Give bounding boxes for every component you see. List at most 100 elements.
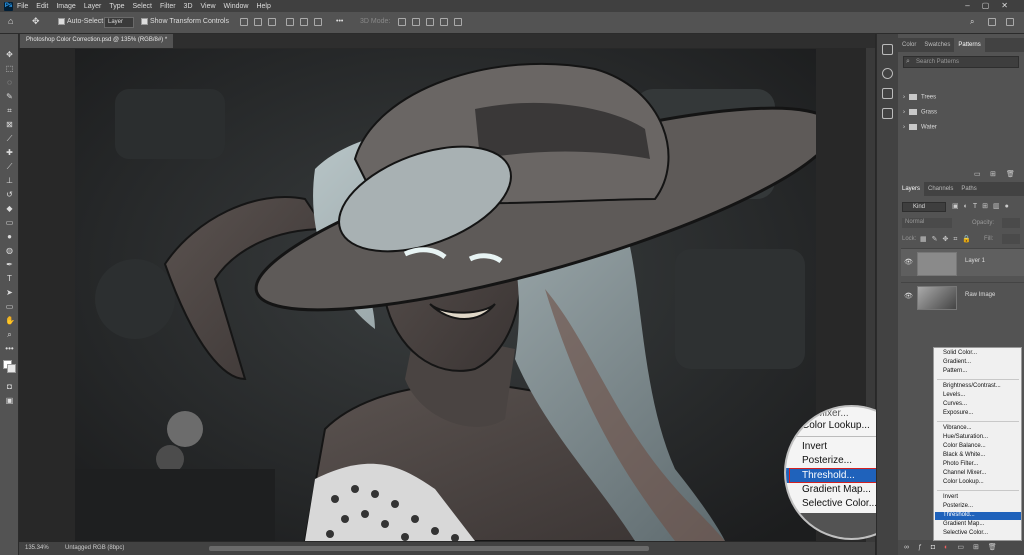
- marquee-tool-icon[interactable]: ⬚: [5, 64, 14, 73]
- layer-row[interactable]: 👁 Raw Image: [901, 282, 1024, 310]
- menu-edit[interactable]: Edit: [36, 3, 48, 10]
- hand-tool-icon[interactable]: ✋: [5, 316, 15, 325]
- align-top-icon[interactable]: [286, 18, 294, 26]
- horizontal-scrollbar[interactable]: [209, 546, 649, 551]
- tab-layers[interactable]: Layers: [898, 182, 925, 196]
- menu-3d[interactable]: 3D: [184, 3, 193, 10]
- path-select-icon[interactable]: ➤: [5, 288, 14, 297]
- new-group-icon[interactable]: ▭: [974, 170, 981, 178]
- menu-item-pattern[interactable]: Pattern...: [943, 368, 967, 374]
- delete-layer-icon[interactable]: 🗑: [988, 544, 1006, 551]
- healing-tool-icon[interactable]: ✚: [5, 148, 14, 157]
- tab-channels[interactable]: Channels: [924, 182, 957, 196]
- menu-layer[interactable]: Layer: [84, 3, 102, 10]
- menu-item-gradient-map[interactable]: Gradient Map...: [943, 521, 984, 527]
- eyedropper-tool-icon[interactable]: ⟋: [5, 134, 14, 143]
- 3d-pan-icon[interactable]: [426, 18, 434, 26]
- menu-item-curves[interactable]: Curves...: [943, 401, 967, 407]
- menu-view[interactable]: View: [201, 3, 216, 10]
- menu-image[interactable]: Image: [56, 3, 75, 10]
- search-icon[interactable]: ⌕: [970, 17, 974, 27]
- align-bottom-icon[interactable]: [314, 18, 322, 26]
- group-icon[interactable]: ▭: [957, 544, 973, 551]
- zoom-level[interactable]: 135.34%: [25, 545, 49, 551]
- menu-item-exposure[interactable]: Exposure...: [943, 410, 973, 416]
- gradient-tool-icon[interactable]: ▭: [5, 218, 14, 227]
- menu-item-threshold[interactable]: Threshold...: [943, 512, 975, 518]
- menu-select[interactable]: Select: [133, 3, 152, 10]
- lock-icons[interactable]: ▦✎✥⌗🔒: [920, 235, 976, 244]
- blend-mode-dropdown[interactable]: Normal: [902, 218, 952, 228]
- menu-item-color-balance[interactable]: Color Balance...: [943, 443, 986, 449]
- 3d-slide-icon[interactable]: [440, 18, 448, 26]
- frame-tool-icon[interactable]: ⊠: [5, 120, 14, 129]
- menu-item-black-white[interactable]: Black & White...: [943, 452, 985, 458]
- canvas-image[interactable]: [75, 49, 816, 541]
- opacity-input[interactable]: [1002, 218, 1020, 228]
- quick-mask-icon[interactable]: ◘: [5, 382, 14, 391]
- menu-help[interactable]: Help: [256, 3, 270, 10]
- new-pattern-icon[interactable]: ⊞: [990, 170, 996, 178]
- align-middle-icon[interactable]: [300, 18, 308, 26]
- properties-icon[interactable]: [882, 88, 893, 99]
- layer-filter-kind[interactable]: Kind: [902, 202, 946, 212]
- quick-select-tool-icon[interactable]: ✎: [5, 92, 14, 101]
- eye-icon[interactable]: 👁: [904, 292, 913, 300]
- history-brush-icon[interactable]: ↺: [5, 190, 14, 199]
- mask-icon[interactable]: ◘: [931, 544, 944, 551]
- 3d-scale-icon[interactable]: [454, 18, 462, 26]
- show-transform-checkbox[interactable]: [141, 18, 148, 25]
- blur-tool-icon[interactable]: ●: [5, 232, 14, 241]
- eye-icon[interactable]: 👁: [904, 258, 913, 266]
- tab-swatches[interactable]: Swatches: [920, 38, 954, 52]
- libraries-icon[interactable]: [882, 108, 893, 119]
- zoom-tool-icon[interactable]: ⌕: [5, 330, 14, 339]
- more-options-icon[interactable]: •••: [336, 18, 343, 25]
- menu-item-photo-filter[interactable]: Photo Filter...: [943, 461, 978, 467]
- layer-filter-icons[interactable]: ▣◐T⊞▥●: [952, 202, 1014, 210]
- menu-item-channel-mixer[interactable]: Channel Mixer...: [943, 470, 986, 476]
- screen-mode-icon[interactable]: ▣: [5, 396, 14, 405]
- brush-tool-icon[interactable]: ⟋: [5, 162, 14, 171]
- pen-tool-icon[interactable]: ✒: [5, 260, 14, 269]
- document-tab[interactable]: Photoshop Color Correction.psd @ 135% (R…: [20, 34, 174, 48]
- lasso-tool-icon[interactable]: ◌: [5, 78, 14, 87]
- menu-item-selective-color[interactable]: Selective Color...: [943, 530, 988, 536]
- menu-item-invert[interactable]: Invert: [943, 494, 958, 500]
- window-controls[interactable]: –▢✕: [965, 1, 1020, 10]
- move-tool-icon[interactable]: ✥: [32, 16, 40, 27]
- link-icon[interactable]: ∞: [904, 544, 918, 551]
- align-right-icon[interactable]: [268, 18, 276, 26]
- menu-type[interactable]: Type: [109, 3, 124, 10]
- auto-select-checkbox[interactable]: [58, 18, 65, 25]
- history-icon[interactable]: [882, 44, 893, 55]
- tab-paths[interactable]: Paths: [957, 182, 980, 196]
- new-layer-icon[interactable]: ⊞: [973, 544, 988, 551]
- eraser-tool-icon[interactable]: ◆: [5, 204, 14, 213]
- menu-item-solid-color[interactable]: Solid Color...: [943, 350, 977, 356]
- menu-file[interactable]: File: [17, 3, 28, 10]
- 3d-roll-icon[interactable]: [412, 18, 420, 26]
- patterns-search-input[interactable]: Search Patterns: [903, 56, 1019, 68]
- folder-trees[interactable]: › Trees: [903, 94, 936, 101]
- color-icon[interactable]: [882, 68, 893, 79]
- stamp-tool-icon[interactable]: ⊥: [5, 176, 14, 185]
- delete-icon[interactable]: 🗑: [1006, 170, 1015, 178]
- align-left-icon[interactable]: [240, 18, 248, 26]
- menu-item-gradient[interactable]: Gradient...: [943, 359, 971, 365]
- adjustment-layer-icon[interactable]: ◐: [944, 544, 957, 551]
- dodge-tool-icon[interactable]: ◍: [5, 246, 14, 255]
- align-center-icon[interactable]: [254, 18, 262, 26]
- 3d-rotate-icon[interactable]: [398, 18, 406, 26]
- menu-item-levels[interactable]: Levels...: [943, 392, 965, 398]
- more-tools-icon[interactable]: •••: [5, 344, 14, 353]
- layer-dropdown[interactable]: Layer: [104, 17, 134, 28]
- home-icon[interactable]: ⌂: [8, 16, 13, 26]
- crop-tool-icon[interactable]: ⌗: [5, 106, 14, 115]
- type-tool-icon[interactable]: T: [5, 274, 14, 283]
- menu-item-hue-saturation[interactable]: Hue/Saturation...: [943, 434, 988, 440]
- fill-input[interactable]: [1002, 234, 1020, 244]
- shape-tool-icon[interactable]: ▭: [5, 302, 14, 311]
- layer-row[interactable]: 👁 Layer 1: [901, 248, 1024, 276]
- tab-color[interactable]: Color: [898, 38, 920, 52]
